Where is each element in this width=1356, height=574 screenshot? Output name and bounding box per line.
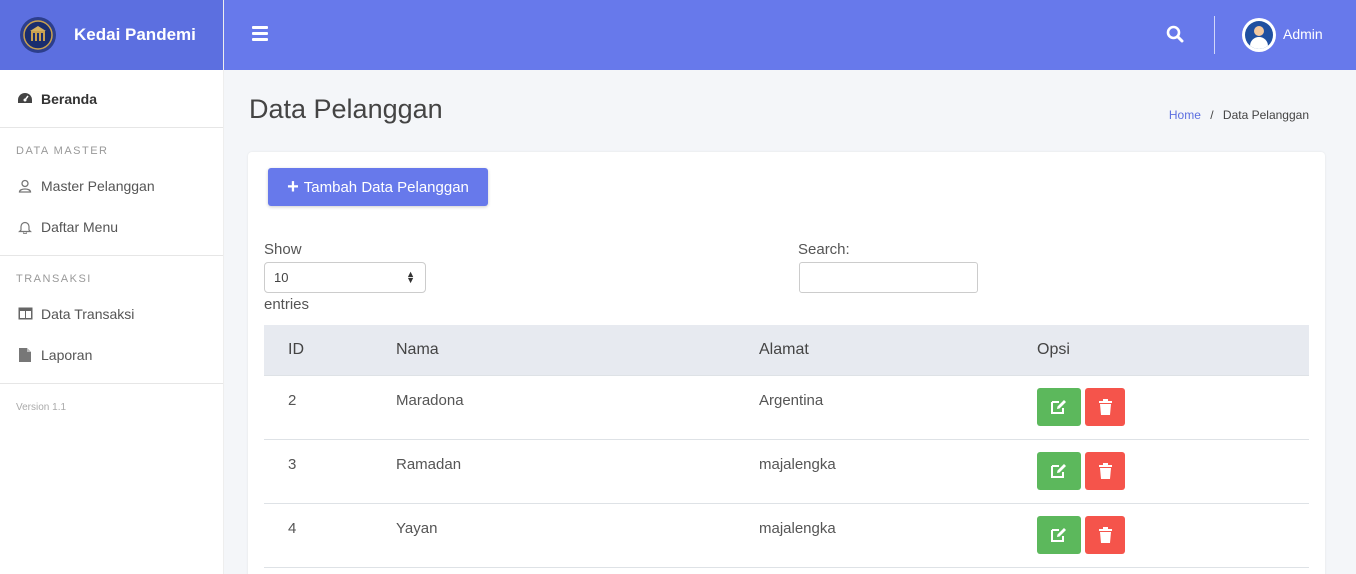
- customer-table: ID Nama Alamat Opsi 2 Maradona Argentina: [264, 325, 1309, 568]
- breadcrumb-current: Data Pelanggan: [1222, 108, 1309, 122]
- sidebar-item-label: Daftar Menu: [41, 218, 119, 235]
- cell-alamat: majalengka: [759, 438, 1037, 503]
- cell-nama: Yayan: [396, 502, 759, 567]
- cell-opsi: [1037, 502, 1309, 567]
- topbar: Admin: [224, 0, 1356, 70]
- table-header-row: ID Nama Alamat Opsi: [264, 325, 1309, 375]
- edit-button[interactable]: [1037, 451, 1081, 490]
- delete-button[interactable]: [1085, 387, 1125, 426]
- brand-logo: [20, 17, 56, 53]
- table-row: 2 Maradona Argentina: [264, 374, 1309, 439]
- cell-nama: Ramadan: [396, 438, 759, 503]
- sidebar-item-label: Data Transaksi: [41, 305, 135, 322]
- sidebar-item-data-transaksi[interactable]: Data Transaksi: [0, 293, 223, 334]
- avatar[interactable]: [1242, 18, 1276, 52]
- menu-toggle-icon[interactable]: [252, 26, 268, 41]
- sidebar-item-laporan[interactable]: Laporan: [0, 334, 223, 375]
- table-row: 4 Yayan majalengka: [264, 502, 1309, 567]
- sidebar-item-label: Beranda: [41, 91, 98, 107]
- edit-icon: [1051, 463, 1066, 478]
- trash-icon: [1098, 526, 1112, 543]
- column-header-opsi[interactable]: Opsi: [1037, 325, 1309, 375]
- show-label: Show: [264, 241, 302, 258]
- table-row: 3 Ramadan majalengka: [264, 438, 1309, 503]
- sidebar-item-beranda[interactable]: Beranda: [0, 79, 223, 119]
- cell-nama: Maradona: [396, 374, 759, 439]
- sidebar-item-daftar-menu[interactable]: Daftar Menu: [0, 206, 223, 247]
- breadcrumb: Home / Data Pelanggan: [1169, 108, 1309, 122]
- table-icon: [17, 306, 33, 322]
- sort-arrows-icon: ▲ ▼: [406, 269, 415, 285]
- sidebar-item-master-pelanggan[interactable]: Master Pelanggan: [0, 165, 223, 206]
- dashboard-icon: [17, 91, 33, 107]
- plus-icon: +: [287, 176, 299, 198]
- cell-alamat: Argentina: [759, 374, 1037, 439]
- entries-label: entries: [264, 296, 310, 313]
- delete-button[interactable]: [1085, 515, 1125, 554]
- page-title: Data Pelanggan: [249, 94, 443, 124]
- user-name[interactable]: Admin: [1283, 26, 1323, 42]
- cell-id: 3: [264, 438, 396, 503]
- user-icon: [17, 178, 33, 194]
- brand-name: Kedai Pandemi: [74, 25, 196, 44]
- search-label: Search:: [798, 241, 850, 258]
- search-input[interactable]: [799, 262, 978, 293]
- cell-opsi: [1037, 438, 1309, 503]
- brand-link[interactable]: Kedai Pandemi: [0, 0, 223, 70]
- entries-value: 10: [274, 270, 289, 285]
- column-header-alamat[interactable]: Alamat: [759, 325, 1037, 375]
- edit-button[interactable]: [1037, 515, 1081, 554]
- bell-icon: [17, 219, 33, 235]
- sidebar: Kedai Pandemi Beranda DATA MASTER Master…: [0, 0, 224, 574]
- entries-select[interactable]: 10 ▲ ▼: [264, 262, 426, 293]
- edit-button[interactable]: [1037, 387, 1081, 426]
- sidebar-item-label: Laporan: [41, 346, 93, 363]
- content-card: + Tambah Data Pelanggan Show 10 ▲ ▼ entri…: [248, 152, 1325, 574]
- cell-id: 2: [264, 374, 396, 439]
- topbar-divider: [1214, 16, 1215, 54]
- breadcrumb-home-link[interactable]: Home: [1169, 108, 1201, 122]
- edit-icon: [1051, 527, 1066, 542]
- column-header-nama[interactable]: Nama: [396, 325, 759, 375]
- edit-icon: [1051, 399, 1066, 414]
- delete-button[interactable]: [1085, 451, 1125, 490]
- add-customer-button[interactable]: + Tambah Data Pelanggan: [268, 168, 488, 206]
- version-text: Version 1.1: [16, 402, 67, 413]
- trash-icon: [1098, 462, 1112, 479]
- breadcrumb-separator: /: [1210, 108, 1214, 122]
- cell-alamat: majalengka: [759, 502, 1037, 567]
- add-button-label: Tambah Data Pelanggan: [303, 178, 469, 196]
- section-heading: TRANSAKSI: [16, 273, 92, 285]
- sidebar-item-label: Master Pelanggan: [41, 177, 155, 194]
- section-heading: DATA MASTER: [16, 145, 109, 157]
- search-icon[interactable]: [1166, 25, 1186, 45]
- column-header-id[interactable]: ID: [264, 325, 396, 375]
- trash-icon: [1098, 398, 1112, 415]
- cell-id: 4: [264, 502, 396, 567]
- cell-opsi: [1037, 374, 1309, 439]
- file-icon: [17, 347, 33, 363]
